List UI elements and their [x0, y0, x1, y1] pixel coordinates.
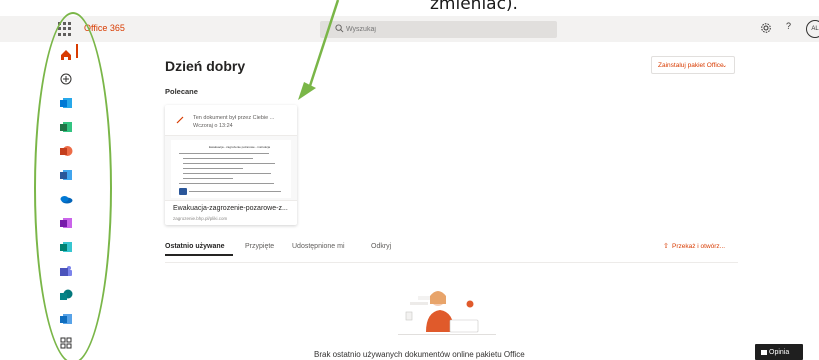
avatar[interactable]: AL — [806, 20, 819, 38]
active-tab-indicator — [165, 254, 233, 256]
thumbnail-title: Ewakuacja - zagrożenie pożarowe - instru… — [209, 145, 271, 149]
outlook-icon[interactable] — [58, 95, 74, 111]
caption-strip: zmieniać). — [0, 0, 819, 16]
onedrive-icon[interactable] — [58, 191, 74, 207]
sway-icon[interactable] — [58, 239, 74, 255]
card-activity-line2: Wczoraj o 13:24 — [193, 123, 233, 129]
gear-icon[interactable] — [760, 22, 772, 34]
tab-shared[interactable]: Udostępnione mi — [292, 243, 345, 250]
app-launcher-icon[interactable] — [58, 22, 72, 36]
home-active-indicator — [76, 44, 78, 58]
card-file-name[interactable]: Ewakuacja-zagrozenie-pozarowe-z... — [173, 205, 288, 212]
recommended-heading: Polecane — [165, 87, 198, 96]
onenote-icon[interactable] — [58, 215, 74, 231]
card-activity-line1: Ten dokument był przez Ciebie ... — [193, 115, 275, 121]
search-input[interactable] — [346, 21, 546, 38]
thumbnail-page: Ewakuacja - zagrożenie pożarowe - instru… — [171, 140, 291, 198]
empty-state-message: Brak ostatnio używanych dokumentów onlin… — [314, 350, 525, 359]
chevron-down-icon: ⌄ — [721, 63, 727, 69]
card-file-location: zagrozenie.bhp.pl/pliki.com — [173, 216, 228, 221]
all-apps-icon[interactable] — [58, 335, 74, 351]
create-icon[interactable] — [58, 71, 74, 87]
left-app-rail — [52, 42, 80, 360]
search-icon — [335, 24, 344, 33]
card-activity: Ten dokument był przez Ciebie ... Wczora… — [193, 114, 289, 130]
document-thumbnail: Ewakuacja - zagrożenie pożarowe - instru… — [165, 135, 297, 201]
feedback-button[interactable]: Opinia — [755, 344, 803, 360]
upload-icon: ⇧ — [663, 243, 669, 250]
top-header: Office 365 ? AL — [0, 16, 819, 42]
install-office-button[interactable]: Zainstaluj pakiet Office ⌄ — [651, 56, 735, 74]
install-office-label: Zainstaluj pakiet Office — [658, 61, 724, 69]
pencil-icon — [176, 116, 184, 124]
upload-open-link[interactable]: Przekaż i otwórz... — [672, 243, 725, 250]
tab-pinned[interactable]: Przypięte — [245, 243, 274, 250]
help-button[interactable]: ? — [786, 21, 791, 31]
tab-discover[interactable]: Odkryj — [371, 243, 391, 250]
excel-icon[interactable] — [58, 119, 74, 135]
comment-icon — [761, 349, 767, 355]
tabs-divider — [165, 262, 738, 263]
powerpoint-icon[interactable] — [58, 143, 74, 159]
app-name[interactable]: Office 365 — [84, 23, 125, 33]
greeting-heading: Dzień dobry — [165, 58, 246, 74]
feedback-label: Opinia — [769, 348, 790, 356]
recommended-card[interactable]: Ten dokument był przez Ciebie ... Wczora… — [165, 105, 297, 225]
sharepoint-icon[interactable] — [58, 287, 74, 303]
word-file-icon — [179, 188, 187, 195]
teams-icon[interactable] — [58, 263, 74, 279]
empty-state-illustration — [398, 291, 496, 335]
tab-recent[interactable]: Ostatnio używane — [165, 243, 225, 250]
home-icon[interactable] — [58, 47, 74, 63]
yammer-icon[interactable] — [58, 311, 74, 327]
caption-text: zmieniać). — [430, 0, 518, 14]
word-icon[interactable] — [58, 167, 74, 183]
